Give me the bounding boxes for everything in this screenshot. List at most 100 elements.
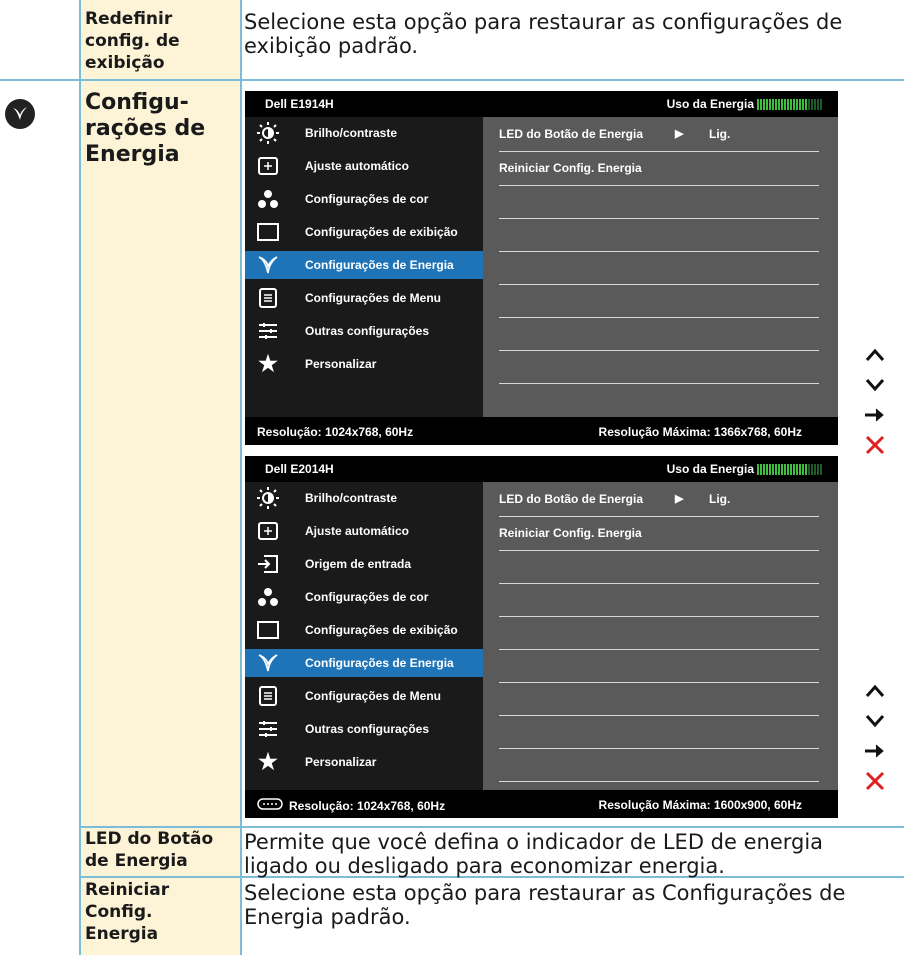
menu-item-color[interactable]: Configurações de cor: [245, 185, 483, 213]
menu-item-brightness[interactable]: Brilho/contraste: [245, 484, 483, 512]
right-arrow-icon[interactable]: [861, 400, 889, 430]
resolution-group: Resolução: 1024x768, 60Hz: [257, 798, 445, 813]
divider: [499, 185, 819, 186]
osd-menu: Brilho/contraste Ajuste automático Confi…: [245, 117, 483, 417]
divider: [499, 583, 819, 584]
row-label-reset-display: Redefinir config. de exibição: [85, 9, 180, 73]
submenu-led-value[interactable]: Lig.: [709, 127, 730, 141]
resolution: Resolução: 1024x768, 60Hz: [289, 798, 446, 813]
display-icon: [257, 619, 279, 641]
divider: [499, 550, 819, 551]
divider: [499, 516, 819, 517]
energy-usage-label: Uso da Energia: [666, 97, 754, 111]
osd-submenu: LED do Botão de Energia ▶ Lig. Reiniciar…: [483, 117, 838, 417]
menu-item-other-settings[interactable]: Outras configurações: [245, 715, 483, 743]
resolution: Resolução: 1024x768, 60Hz: [257, 425, 414, 439]
display-icon: [257, 221, 279, 243]
menu-item-label: Brilho/contraste: [305, 126, 398, 140]
menu-item-display[interactable]: Configurações de exibição: [245, 616, 483, 644]
submenu-led-value[interactable]: Lig.: [709, 492, 730, 506]
vga-connector-icon: [257, 798, 283, 813]
up-arrow-icon[interactable]: [861, 676, 889, 706]
other-settings-icon: [257, 320, 279, 342]
menu-item-personalize[interactable]: ★ Personalizar: [245, 748, 483, 776]
submenu-arrow-icon: ▶: [675, 128, 684, 140]
energy-usage: Uso da Energia: [667, 97, 822, 111]
menu-item-color[interactable]: Configurações de cor: [245, 583, 483, 611]
menu-item-menu-settings[interactable]: Configurações de Menu: [245, 284, 483, 312]
energy-meter: [757, 98, 822, 110]
menu-item-label: Origem de entrada: [305, 557, 412, 571]
osd-panel-e1914h: Dell E1914H Uso da Energia Brilho/contra…: [245, 91, 838, 445]
menu-item-display[interactable]: Configurações de exibição: [245, 218, 483, 246]
divider: [499, 649, 819, 650]
menu-item-input-source[interactable]: Origem de entrada: [245, 550, 483, 578]
down-arrow-icon[interactable]: [861, 370, 889, 400]
menu-item-power[interactable]: Configurações de Energia: [245, 649, 483, 677]
max-resolution: Resolução Máxima: 1600x900, 60Hz: [598, 798, 802, 812]
up-arrow-icon[interactable]: [861, 340, 889, 370]
osd-model-name: Dell E2014H: [265, 462, 334, 476]
submenu-reset-label[interactable]: Reiniciar Config. Energia: [499, 161, 642, 175]
menu-item-auto-adjust[interactable]: Ajuste automático: [245, 152, 483, 180]
right-arrow-icon[interactable]: [861, 736, 889, 766]
submenu-led-label[interactable]: LED do Botão de Energia: [499, 492, 643, 506]
divider: [499, 616, 819, 617]
osd-footer: Resolução: 1024x768, 60Hz Resolução Máxi…: [245, 417, 838, 445]
menu-icon: [257, 685, 279, 707]
divider: [499, 284, 819, 285]
input-source-icon: [257, 553, 279, 575]
osd-submenu: LED do Botão de Energia ▶ Lig. Reiniciar…: [483, 482, 838, 790]
menu-item-menu-settings[interactable]: Configurações de Menu: [245, 682, 483, 710]
divider: [499, 317, 819, 318]
menu-item-label: Configurações de exibição: [305, 623, 458, 637]
star-icon: ★: [258, 749, 278, 774]
osd-nav-buttons: [858, 676, 892, 796]
menu-item-label: Configurações de Menu: [305, 689, 442, 703]
osd-footer: Resolução: 1024x768, 60Hz Resolução Máxi…: [245, 790, 838, 818]
divider: [499, 682, 819, 683]
menu-item-label: Outras configurações: [305, 722, 430, 736]
row-desc-power-button-led: Permite que você defina o indicador de L…: [244, 830, 824, 878]
divider: [499, 251, 819, 252]
submenu-led-label[interactable]: LED do Botão de Energia: [499, 127, 643, 141]
submenu-reset-label[interactable]: Reiniciar Config. Energia: [499, 526, 642, 540]
energy-meter: [757, 463, 822, 475]
close-icon[interactable]: [861, 766, 889, 796]
osd-model-name: Dell E1914H: [265, 97, 334, 111]
brightness-icon: [257, 487, 279, 509]
row-label-power-settings: Configu-rações de Energia: [85, 90, 206, 167]
menu-item-label: Outras configurações: [305, 324, 430, 338]
color-icon: [257, 188, 279, 210]
menu-item-other-settings[interactable]: Outras configurações: [245, 317, 483, 345]
osd-panel-e2014h: Dell E2014H Uso da Energia Brilho/contra…: [245, 456, 838, 818]
menu-item-auto-adjust[interactable]: Ajuste automático: [245, 517, 483, 545]
menu-item-brightness[interactable]: Brilho/contraste: [245, 119, 483, 147]
osd-menu: Brilho/contraste Ajuste automático Orige…: [245, 482, 483, 790]
row-desc-reset-display: Selecione esta opção para restaurar as c…: [244, 10, 843, 58]
auto-adjust-icon: [257, 155, 279, 177]
menu-item-label: Personalizar: [305, 357, 377, 371]
row-label-reset-power: Reiniciar Config. Energia: [85, 880, 170, 944]
leaf-icon: [257, 254, 279, 276]
menu-icon: [257, 287, 279, 309]
divider: [499, 218, 819, 219]
row-label-power-button-led: LED do Botão de Energia: [85, 829, 214, 871]
menu-item-label: Configurações de Energia: [305, 258, 454, 272]
menu-item-personalize[interactable]: ★ Personalizar: [245, 350, 483, 378]
osd-nav-buttons: [858, 340, 892, 460]
osd-header: Dell E2014H Uso da Energia: [245, 456, 838, 482]
auto-adjust-icon: [257, 520, 279, 542]
divider: [499, 383, 819, 384]
divider: [499, 350, 819, 351]
menu-item-label: Ajuste automático: [305, 159, 410, 173]
grid-line: [0, 79, 904, 81]
grid-line: [240, 0, 242, 955]
menu-item-label: Configurações de exibição: [305, 225, 458, 239]
divider: [499, 151, 819, 152]
down-arrow-icon[interactable]: [861, 706, 889, 736]
menu-item-label: Ajuste automático: [305, 524, 410, 538]
close-icon[interactable]: [861, 430, 889, 460]
menu-item-power[interactable]: Configurações de Energia: [245, 251, 483, 279]
brightness-icon: [257, 122, 279, 144]
